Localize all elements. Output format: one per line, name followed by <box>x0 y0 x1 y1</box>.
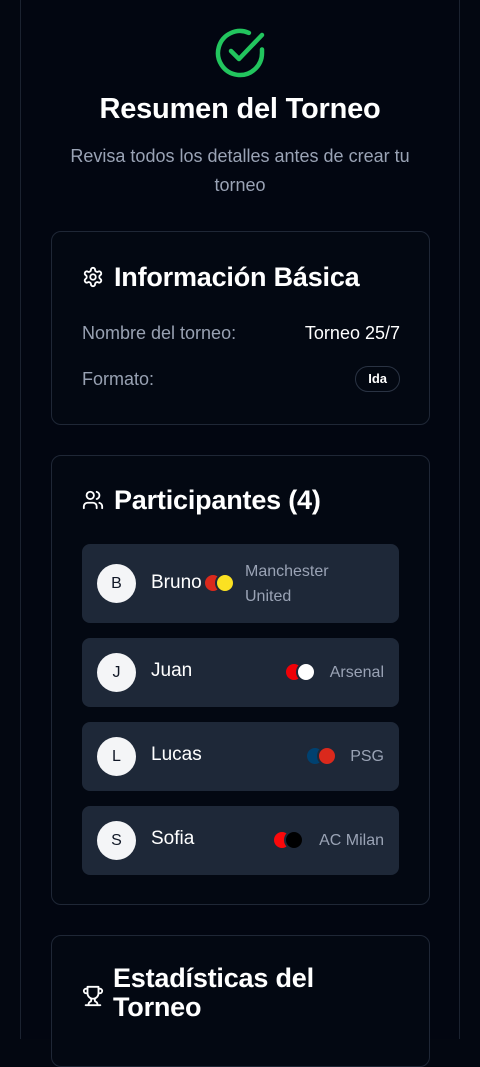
participant-item-bruno: B Bruno Manchester United <box>82 544 399 623</box>
format-label: Formato: <box>82 369 155 389</box>
page-title: Resumen del Torneo <box>99 93 381 125</box>
team-colors-icon <box>272 830 305 850</box>
participant-item-juan: J Juan Arsenal <box>82 638 399 707</box>
format-badge: Ida <box>355 366 400 392</box>
basic-info-card: Información Básica Nombre del torneo: To… <box>51 231 430 425</box>
participant-name: Juan <box>151 660 193 681</box>
check-circle-icon <box>215 28 265 78</box>
team-name: PSG <box>350 748 384 765</box>
team-name: AC Milan <box>319 832 384 849</box>
participants-title: Participantes (4) <box>114 484 321 515</box>
team-name: Arsenal <box>329 664 384 681</box>
stats-header: Estadísticas del Torneo <box>82 964 353 1022</box>
users-icon <box>82 490 104 510</box>
gear-icon <box>83 266 103 288</box>
avatar: S <box>97 821 136 860</box>
team-colors-icon <box>203 573 236 593</box>
participants-header: Participantes (4) <box>82 483 321 517</box>
team-color-secondary <box>317 746 337 766</box>
team-name: Manchester United <box>245 563 329 605</box>
tournament-name-label: Nombre del torneo: <box>82 323 237 343</box>
participant-name: Sofia <box>151 828 195 849</box>
team-color-secondary <box>284 830 304 850</box>
stats-title: Estadísticas del Torneo <box>113 963 314 1022</box>
participant-item-sofia: S Sofia AC Milan <box>82 806 399 875</box>
participants-card: Participantes (4) B Bruno Manchester Uni… <box>51 455 430 905</box>
team-colors-icon <box>284 662 317 682</box>
page-subtitle: Revisa todos los detalles antes de crear… <box>70 146 410 195</box>
stats-card: Estadísticas del Torneo <box>51 935 430 1067</box>
trophy-icon <box>82 985 104 1007</box>
participant-name: Lucas <box>151 744 202 765</box>
team-colors-icon <box>305 746 338 766</box>
tournament-name-value: Torneo 25/7 <box>304 323 400 343</box>
basic-info-title: Información Básica <box>114 261 360 292</box>
avatar: J <box>97 653 136 692</box>
avatar: B <box>97 564 136 603</box>
participant-name: Bruno <box>151 572 202 593</box>
avatar: L <box>97 737 136 776</box>
basic-info-header: Información Básica <box>82 260 360 294</box>
team-color-secondary <box>296 662 316 682</box>
team-color-secondary <box>215 573 235 593</box>
participant-item-lucas: L Lucas PSG <box>82 722 399 791</box>
